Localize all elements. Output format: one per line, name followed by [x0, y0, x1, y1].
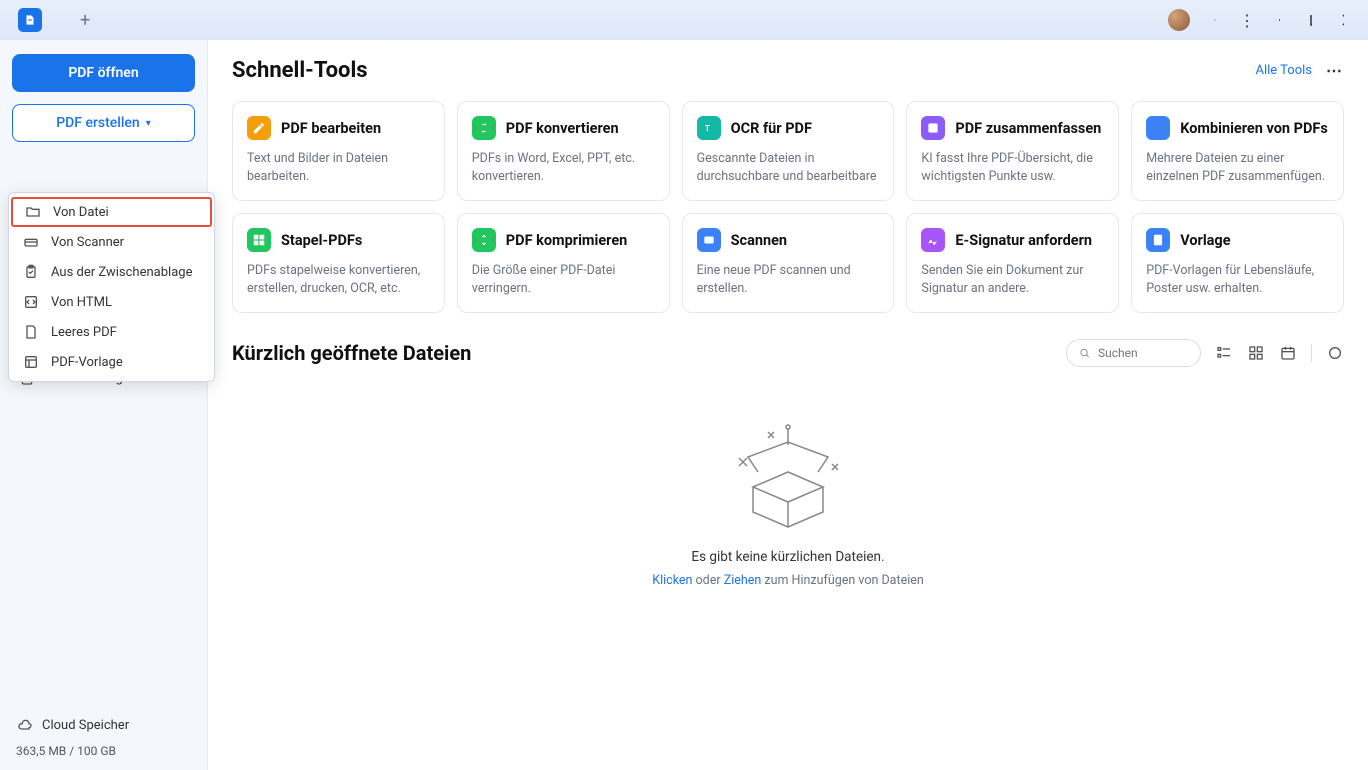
more-horizontal-icon[interactable]: ⋯ [1326, 61, 1344, 80]
tool-title: PDF komprimieren [506, 232, 628, 249]
tool-desc: PDFs stapelweise konvertieren, erstellen… [247, 262, 430, 296]
search-icon [1079, 346, 1090, 360]
tool-desc: Text und Bilder in Dateien bearbeiten. [247, 150, 430, 184]
recent-files-title: Kürzlich geöffnete Dateien [232, 341, 471, 365]
tool-card-sum[interactable]: PDF zusammenfassen KI fasst Ihre PDF-Über… [906, 101, 1119, 201]
chevron-down-icon: ▾ [146, 118, 151, 129]
drag-link[interactable]: Ziehen [724, 573, 762, 588]
titlebar: + ⋮ [0, 0, 1368, 40]
dropdown-item-scanner[interactable]: Von Scanner [9, 227, 214, 257]
tool-card-batch[interactable]: Stapel-PDFs PDFs stapelweise konvertieren… [232, 213, 445, 313]
click-link[interactable]: Klicken [652, 573, 692, 588]
dropdown-item-html[interactable]: Von HTML [9, 287, 214, 317]
tool-desc: PDFs in Word, Excel, PPT, etc. konvertie… [472, 150, 655, 184]
template-icon [23, 354, 39, 370]
tool-card-combine[interactable]: Kombinieren von PDFs Mehrere Dateien zu e… [1131, 101, 1344, 201]
cloud-storage-item[interactable]: Cloud Speicher [12, 710, 195, 740]
create-pdf-dropdown: Von Datei Von Scanner Aus der Zwischenabla… [8, 192, 215, 382]
tmpl-icon [1146, 228, 1170, 252]
calendar-view-icon[interactable] [1279, 344, 1297, 362]
search-box[interactable] [1066, 339, 1201, 367]
minimize-button[interactable] [1272, 13, 1286, 27]
tool-title: Kombinieren von PDFs [1180, 120, 1328, 137]
tool-card-ocr[interactable]: T OCR für PDF Gescannte Dateien in durchsu… [682, 101, 895, 201]
dropdown-label: Von Datei [53, 205, 109, 220]
empty-state: Es gibt keine kürzlichen Dateien. Klicke… [232, 377, 1344, 588]
esign-icon [921, 228, 945, 252]
create-pdf-button[interactable]: PDF erstellen ▾ [12, 104, 195, 142]
close-button[interactable] [1336, 13, 1350, 27]
scan-icon [697, 228, 721, 252]
batch-icon [247, 228, 271, 252]
folder-icon [25, 204, 41, 220]
tool-title: PDF konvertieren [506, 120, 619, 137]
html-icon [23, 294, 39, 310]
dropdown-label: PDF-Vorlage [51, 355, 123, 370]
sidebar: PDF öffnen PDF erstellen ▾ Von Datei Von … [0, 40, 208, 770]
tool-title: PDF bearbeiten [281, 120, 381, 137]
storage-quota: 363,5 MB / 100 GB [12, 740, 195, 760]
cloud-icon [16, 716, 34, 734]
dropdown-item-template[interactable]: PDF-Vorlage [9, 347, 214, 377]
search-input[interactable] [1098, 346, 1188, 360]
tool-title: OCR für PDF [731, 120, 812, 137]
chat-icon[interactable] [1208, 13, 1222, 27]
clipboard-icon [23, 264, 39, 280]
tool-card-compress[interactable]: PDF komprimieren Die Größe einer PDF-Date… [457, 213, 670, 313]
maximize-button[interactable] [1304, 13, 1318, 27]
tool-desc: Die Größe einer PDF-Datei verringern. [472, 262, 655, 296]
list-view-icon[interactable] [1215, 344, 1233, 362]
ocr-icon: T [697, 116, 721, 140]
tool-desc: Senden Sie ein Dokument zur Signatur an … [921, 262, 1104, 296]
all-tools-link[interactable]: Alle Tools [1256, 63, 1313, 78]
app-logo [18, 8, 42, 32]
combine-icon [1146, 116, 1170, 140]
empty-title: Es gibt keine kürzlichen Dateien. [691, 549, 884, 565]
tool-title: E-Signatur anfordern [955, 232, 1092, 249]
separator [1311, 344, 1312, 362]
quick-tools-title: Schnell-Tools [232, 58, 368, 83]
tool-title: Vorlage [1180, 232, 1230, 249]
dropdown-label: Von Scanner [51, 235, 124, 250]
avatar[interactable] [1168, 9, 1190, 31]
tool-desc: Mehrere Dateien zu einer einzelnen PDF z… [1146, 150, 1329, 184]
dropdown-label: Leeres PDF [51, 325, 117, 340]
blank-icon [23, 324, 39, 340]
tool-title: Stapel-PDFs [281, 232, 362, 249]
tool-desc: Eine neue PDF scannen und erstellen. [697, 262, 880, 296]
dropdown-label: Von HTML [51, 295, 112, 310]
svg-text:T: T [705, 123, 710, 133]
tool-desc: PDF-Vorlagen für Lebensläufe, Poster usw… [1146, 262, 1329, 296]
empty-illustration [723, 417, 853, 537]
tool-title: Scannen [731, 232, 787, 249]
compress-icon [472, 228, 496, 252]
cloud-storage-label: Cloud Speicher [42, 718, 129, 733]
empty-subtitle: Klicken oder Ziehen zum Hinzufügen von D… [652, 573, 924, 588]
tool-card-edit[interactable]: PDF bearbeiten Text und Bilder in Dateien… [232, 101, 445, 201]
dropdown-label: Aus der Zwischenablage [51, 265, 192, 280]
tool-card-scan[interactable]: Scannen Eine neue PDF scannen und erstell… [682, 213, 895, 313]
tool-desc: Gescannte Dateien in durchsuchbare und b… [697, 150, 880, 184]
open-pdf-button[interactable]: PDF öffnen [12, 54, 195, 92]
tool-card-convert[interactable]: PDF konvertieren PDFs in Word, Excel, PPT… [457, 101, 670, 201]
convert-icon [472, 116, 496, 140]
main-content: Schnell-Tools Alle Tools ⋯ PDF bearbeite… [208, 40, 1368, 770]
more-vertical-icon[interactable]: ⋮ [1240, 13, 1254, 27]
tool-title: PDF zusammenfassen [955, 120, 1101, 137]
scanner-icon [23, 234, 39, 250]
refresh-icon[interactable] [1326, 344, 1344, 362]
tool-card-tmpl[interactable]: Vorlage PDF-Vorlagen für Lebensläufe, Pos… [1131, 213, 1344, 313]
dropdown-item-blank[interactable]: Leeres PDF [9, 317, 214, 347]
tool-desc: KI fasst Ihre PDF-Übersicht, die wichtig… [921, 150, 1104, 184]
grid-view-icon[interactable] [1247, 344, 1265, 362]
create-pdf-label: PDF erstellen [56, 115, 140, 131]
tool-card-esign[interactable]: E-Signatur anfordern Senden Sie ein Dokum… [906, 213, 1119, 313]
sum-icon [921, 116, 945, 140]
edit-icon [247, 116, 271, 140]
dropdown-item-folder[interactable]: Von Datei [11, 197, 212, 227]
new-tab-button[interactable]: + [72, 6, 98, 35]
dropdown-item-clipboard[interactable]: Aus der Zwischenablage [9, 257, 214, 287]
